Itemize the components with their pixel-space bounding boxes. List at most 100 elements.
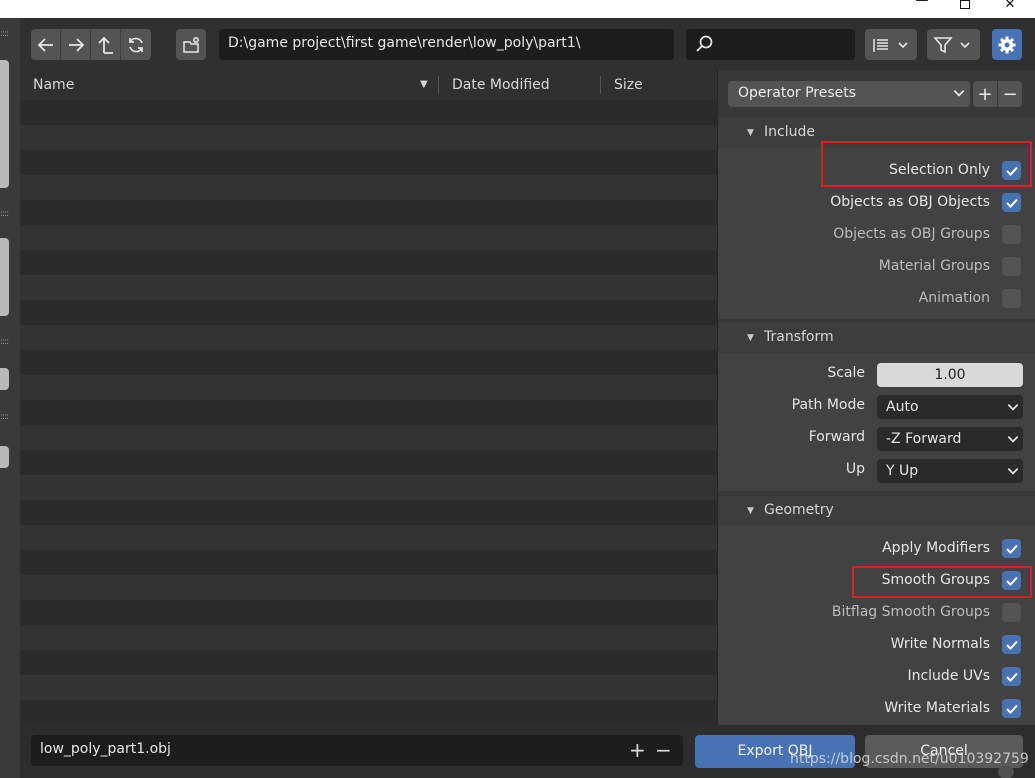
maximize-icon <box>960 0 970 9</box>
file-list-row <box>20 425 717 450</box>
increment-filename-button[interactable]: + <box>629 738 646 762</box>
operator-presets-dropdown[interactable]: Operator Presets <box>728 81 970 107</box>
transform-section-header[interactable]: ▼ Transform <box>718 323 1035 353</box>
column-date-modified[interactable]: Date Modified <box>452 77 550 93</box>
sort-indicator-icon[interactable]: ▼ <box>420 79 428 90</box>
new-folder-button[interactable] <box>176 29 206 60</box>
checkbox[interactable] <box>1002 225 1021 244</box>
column-size[interactable]: Size <box>614 77 643 93</box>
checkbox[interactable] <box>1002 667 1021 686</box>
up-axis-select[interactable]: Y Up <box>877 459 1023 483</box>
file-list-row <box>20 225 717 250</box>
include-section-title: Include <box>764 124 815 140</box>
chevron-down-icon <box>1007 404 1019 411</box>
collapse-triangle-icon: ▼ <box>747 506 754 516</box>
forward-axis-value: -Z Forward <box>886 431 962 447</box>
file-list-row <box>20 600 717 625</box>
path-mode-select[interactable]: Auto <box>877 395 1023 419</box>
forward-axis-select[interactable]: -Z Forward <box>877 427 1023 451</box>
file-list-row <box>20 650 717 675</box>
chevron-down-icon <box>960 41 970 48</box>
option-label: Objects as OBJ Groups <box>833 226 990 242</box>
geometry-section-title: Geometry <box>764 502 834 518</box>
parent-directory-button[interactable] <box>91 29 121 60</box>
file-list-row <box>20 150 717 175</box>
file-list-row <box>20 275 717 300</box>
transform-section-body: Scale 1.00 Path Mode Auto Forward -Z For… <box>718 353 1035 491</box>
material-groups-option[interactable]: Material Groups <box>718 256 1035 278</box>
back-button[interactable] <box>31 29 61 60</box>
add-preset-button[interactable]: + <box>973 81 997 107</box>
file-list-row <box>20 250 717 275</box>
maximize-button[interactable] <box>955 0 975 15</box>
chevron-down-icon <box>898 41 908 48</box>
selection-only-highlight <box>821 141 1032 187</box>
decrement-filename-button[interactable]: − <box>655 738 672 762</box>
apply-modifiers-option[interactable]: Apply Modifiers <box>718 538 1035 560</box>
scale-label: Scale <box>827 365 865 381</box>
file-list-row <box>20 500 717 525</box>
file-list[interactable]: Name ▼ Date Modified Size <box>20 70 717 725</box>
checkbox[interactable] <box>1002 603 1021 622</box>
column-name[interactable]: Name <box>33 77 74 93</box>
option-label: Objects as OBJ Objects <box>830 194 990 210</box>
checkbox[interactable] <box>1002 539 1021 558</box>
refresh-icon <box>129 37 143 52</box>
grip-icon[interactable]: :::: <box>0 413 10 422</box>
file-list-row <box>20 450 717 475</box>
filename-input[interactable]: low_poly_part1.obj + − <box>31 735 683 766</box>
objects-as-obj-objects-option[interactable]: Objects as OBJ Objects <box>718 192 1035 214</box>
directory-path-input[interactable]: D:\game project\first game\render\low_po… <box>219 29 674 60</box>
checkmark-icon <box>1005 704 1018 714</box>
bitflag-smooth-groups-option[interactable]: Bitflag Smooth Groups <box>718 602 1035 624</box>
refresh-button[interactable] <box>121 29 151 60</box>
objects-as-obj-groups-option[interactable]: Objects as OBJ Groups <box>718 224 1035 246</box>
file-list-row <box>20 125 717 150</box>
filter-dropdown[interactable] <box>927 29 980 60</box>
checkbox[interactable] <box>1002 193 1021 212</box>
file-list-row <box>20 700 717 725</box>
path-mode-value: Auto <box>886 399 919 415</box>
grip-icon[interactable]: :::: <box>0 338 10 347</box>
column-divider[interactable] <box>600 76 601 94</box>
grip-icon[interactable]: :::: <box>0 210 10 219</box>
write-normals-option[interactable]: Write Normals <box>718 634 1035 656</box>
left-panel-tab[interactable] <box>0 238 9 316</box>
file-list-row <box>20 200 717 225</box>
smooth-groups-highlight <box>852 566 1032 598</box>
scale-field[interactable]: 1.00 <box>877 363 1023 387</box>
write-materials-option[interactable]: Write Materials <box>718 698 1035 720</box>
search-input[interactable] <box>686 29 855 60</box>
column-divider[interactable] <box>438 76 439 94</box>
remove-preset-button[interactable]: − <box>998 81 1022 107</box>
left-panel-tab[interactable] <box>0 446 9 468</box>
settings-toggle-button[interactable] <box>992 29 1022 60</box>
option-label: Material Groups <box>878 258 990 274</box>
left-panel-tab[interactable] <box>0 368 9 390</box>
checkbox[interactable] <box>1002 635 1021 654</box>
minimize-button[interactable]: — <box>912 0 932 10</box>
grip-icon[interactable]: :::: <box>0 30 10 39</box>
geometry-section-header[interactable]: ▼ Geometry <box>718 496 1035 526</box>
file-list-row <box>20 325 717 350</box>
animation-option[interactable]: Animation <box>718 288 1035 310</box>
scroll-up-button[interactable] <box>998 766 1014 778</box>
forward-button[interactable] <box>61 29 91 60</box>
display-mode-dropdown[interactable] <box>865 29 917 60</box>
chevron-down-icon <box>953 90 965 97</box>
navigation-buttons <box>31 29 151 60</box>
search-icon <box>696 35 713 52</box>
checkbox[interactable] <box>1002 699 1021 718</box>
collapse-triangle-icon: ▼ <box>747 333 754 343</box>
option-label: Apply Modifiers <box>882 540 990 556</box>
include-uvs-option[interactable]: Include UVs <box>718 666 1035 688</box>
close-button[interactable]: ✕ <box>1000 0 1020 14</box>
file-list-row <box>20 675 717 700</box>
collapse-triangle-icon: ▼ <box>747 128 754 138</box>
left-side-strip: :::: :::: :::: :::: <box>0 18 20 778</box>
checkmark-icon <box>1005 198 1018 208</box>
forward-label: Forward <box>808 429 865 445</box>
left-panel-tab[interactable] <box>0 60 9 188</box>
checkbox[interactable] <box>1002 289 1021 308</box>
checkbox[interactable] <box>1002 257 1021 276</box>
